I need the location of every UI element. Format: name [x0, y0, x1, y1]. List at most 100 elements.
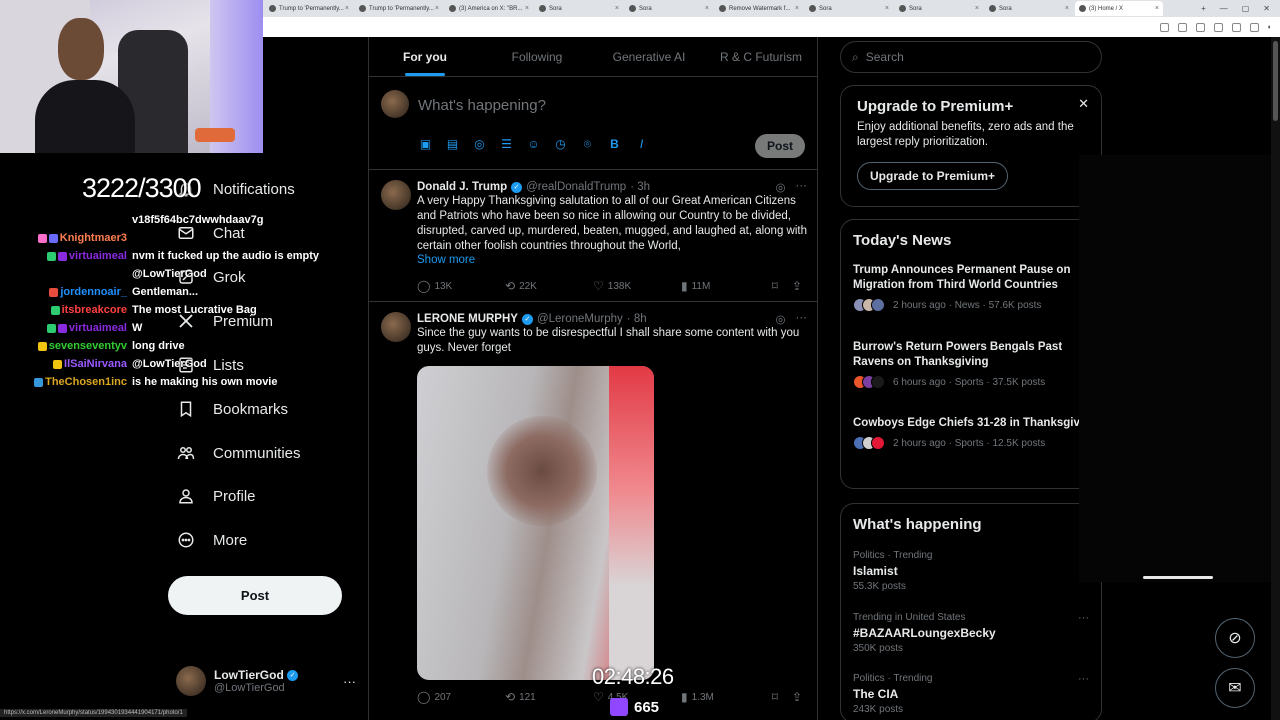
twitch-icon — [610, 698, 628, 716]
close-tab-icon[interactable]: × — [525, 5, 529, 12]
reader-icon[interactable] — [1177, 22, 1187, 32]
more-options-icon[interactable]: ··· — [343, 674, 356, 689]
page-scrollbar[interactable] — [1271, 37, 1280, 720]
chat-badge-icon — [49, 287, 59, 297]
tweet[interactable]: Donald J. Trump ✓ @realDonaldTrump · 3h … — [369, 170, 817, 302]
downloads-icon[interactable] — [1231, 22, 1241, 32]
messages-fab[interactable]: ✉ — [1215, 668, 1255, 708]
nav-more[interactable]: More — [176, 530, 247, 550]
chat-message: jordennoair_ Gentleman... — [14, 283, 334, 301]
repost-button[interactable]: ⟲ 121 — [505, 690, 593, 704]
close-tab-icon[interactable]: × — [975, 5, 979, 12]
news-item[interactable]: Cowboys Edge Chiefs 31-28 in Thanksgivin… — [853, 416, 1085, 450]
browser-tab[interactable]: (3) America on X: "BR... × — [445, 1, 533, 16]
tab-favicon-icon — [719, 5, 726, 12]
grok-explain-icon[interactable]: ◎ — [775, 180, 785, 194]
more-options-icon[interactable]: ··· — [1078, 612, 1089, 624]
close-tab-icon[interactable]: × — [1155, 5, 1159, 12]
close-tab-icon[interactable]: × — [705, 5, 709, 12]
more-options-icon[interactable]: ··· — [796, 312, 808, 326]
news-item[interactable]: Trump Announces Permanent Pause on Migra… — [853, 263, 1085, 312]
reply-button[interactable]: ◯ 13K — [417, 279, 505, 293]
browser-tab[interactable]: Remove Watermark f... × — [715, 1, 803, 16]
tab-generative-ai[interactable]: Generative AI — [593, 37, 705, 76]
repost-icon: ⟲ — [505, 279, 516, 293]
extension-icon[interactable] — [1159, 22, 1169, 32]
like-button[interactable]: ♡ 138K — [593, 279, 681, 293]
nav-communities[interactable]: Communities — [176, 443, 301, 463]
browser-tab[interactable]: Trump to 'Permanently... × — [265, 1, 353, 16]
views-button[interactable]: ▮ 1.3M — [681, 690, 769, 704]
nav-profile[interactable]: Profile — [176, 486, 256, 506]
location-icon[interactable]: ⌾ — [580, 137, 595, 152]
poll-icon[interactable]: ☰ — [499, 137, 514, 152]
tweet-video[interactable] — [417, 366, 654, 680]
more-options-icon[interactable]: ··· — [796, 180, 808, 194]
bold-icon[interactable]: B — [607, 137, 622, 152]
settings-icon[interactable] — [1249, 22, 1259, 32]
close-tab-icon[interactable]: × — [795, 5, 799, 12]
browser-tab[interactable]: Sora × — [895, 1, 983, 16]
browser-tab[interactable]: Sora × — [805, 1, 893, 16]
reply-button[interactable]: ◯ 207 — [417, 690, 505, 704]
grok-icon[interactable]: ◎ — [472, 137, 487, 152]
close-tab-icon[interactable]: × — [1065, 5, 1069, 12]
italic-icon[interactable]: I — [634, 137, 649, 152]
trend-item[interactable]: Politics · Trending The CIA 243K posts ·… — [853, 673, 1089, 715]
close-icon[interactable]: ✕ — [1078, 96, 1089, 112]
browser-tab[interactable]: Trump to 'Permanently... × — [355, 1, 443, 16]
composer-input[interactable]: What's happening? — [418, 97, 546, 114]
image-icon[interactable]: ▣ — [418, 137, 433, 152]
browser-tab[interactable]: Sora × — [985, 1, 1073, 16]
nav-bookmarks[interactable]: Bookmarks — [176, 399, 288, 419]
tab-following[interactable]: Following — [481, 37, 593, 76]
x-favicon-icon — [1079, 5, 1086, 12]
schedule-icon[interactable]: ◷ — [553, 137, 568, 152]
news-item[interactable]: Burrow's Return Powers Bengals Past Rave… — [853, 340, 1085, 389]
tweet[interactable]: LERONE MURPHY ✓ @LeroneMurphy · 8h ◎ ··· … — [369, 302, 817, 720]
tab-for-you[interactable]: For you — [369, 37, 481, 76]
browser-tab-active[interactable]: (3) Home / X × — [1075, 1, 1163, 16]
composer-post-button[interactable]: Post — [754, 134, 805, 158]
bookmark-icon[interactable]: ⌑ — [772, 279, 778, 293]
views-button[interactable]: ▮ 11M — [681, 279, 769, 293]
favorites-icon[interactable] — [1195, 22, 1205, 32]
search-icon: ⌕ — [852, 49, 859, 64]
close-tab-icon[interactable]: × — [345, 5, 349, 12]
repost-button[interactable]: ⟲ 22K — [505, 279, 593, 293]
maximize-icon[interactable]: ▢ — [1242, 4, 1250, 13]
gif-icon[interactable]: ▤ — [445, 137, 460, 152]
minimize-icon[interactable]: — — [1220, 4, 1228, 13]
close-tab-icon[interactable]: × — [435, 5, 439, 12]
emoji-icon[interactable]: ☺ — [526, 137, 541, 152]
bookmark-icon[interactable]: ⌑ — [772, 690, 778, 704]
share-icon[interactable]: ⇪ — [792, 690, 802, 704]
grok-fab[interactable]: ⊘ — [1215, 618, 1255, 658]
copilot-icon[interactable]: ◐ — [1268, 24, 1272, 31]
close-tab-icon[interactable]: × — [615, 5, 619, 12]
browser-tab[interactable]: Sora × — [625, 1, 713, 16]
upgrade-premium-button[interactable]: Upgrade to Premium+ — [857, 162, 1009, 190]
more-options-icon[interactable]: ··· — [1078, 673, 1089, 685]
trend-item[interactable]: Trending in United States #BAZAARLoungex… — [853, 612, 1089, 654]
search-input[interactable]: ⌕ Search — [840, 41, 1102, 73]
collections-icon[interactable] — [1213, 22, 1223, 32]
trend-item[interactable]: Politics · Trending Islamist 55.3K posts… — [853, 550, 1089, 592]
grok-explain-icon[interactable]: ◎ — [775, 312, 785, 326]
verified-badge-icon: ✓ — [511, 181, 523, 193]
right-sidebar: ⌕ Search ✕ Upgrade to Premium+ Enjoy add… — [840, 37, 1102, 720]
share-icon[interactable]: ⇪ — [792, 279, 802, 293]
chat-message: sevenseventyv long drive — [14, 337, 334, 355]
show-more-link[interactable]: Show more — [417, 254, 475, 266]
chat-badge-icon — [37, 341, 47, 351]
close-tab-icon[interactable]: × — [885, 5, 889, 12]
chat-message: TheChosen1inc is he making his own movie — [14, 373, 334, 391]
post-button[interactable]: Post — [168, 576, 342, 615]
scrollbar-thumb[interactable] — [1273, 41, 1278, 121]
tab-rc-futurism[interactable]: R & C Futurism — [705, 37, 817, 76]
window-controls: + — ▢ ✕ — [1201, 4, 1280, 13]
account-switcher[interactable]: LowTierGod ✓ @LowTierGod ··· — [176, 666, 356, 696]
new-tab-icon[interactable]: + — [1201, 4, 1206, 13]
close-window-icon[interactable]: ✕ — [1263, 4, 1270, 13]
browser-tab[interactable]: Sora × — [535, 1, 623, 16]
